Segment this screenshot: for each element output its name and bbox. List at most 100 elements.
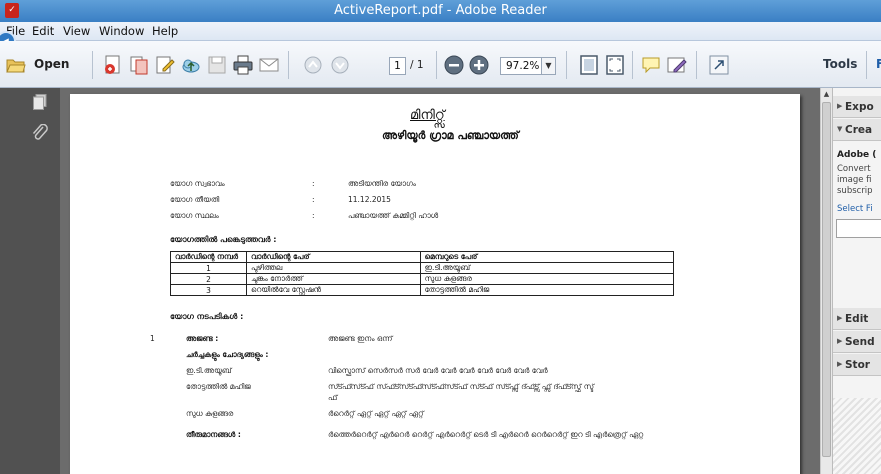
combine-files-icon[interactable] xyxy=(128,54,150,76)
toolbar-separator xyxy=(288,51,289,79)
task-pane-export-header[interactable]: ▶ Expo xyxy=(833,96,881,118)
info-label: യോഗ തീയതി xyxy=(170,195,220,204)
menu-window[interactable]: Window xyxy=(99,24,144,38)
pdf-page: മിനിറ്റ്സ് അഴിയൂർ ഗ്രാമ പഞ്ചായത്ത് യോഗ സ… xyxy=(70,94,800,474)
page-thumbnails-icon[interactable] xyxy=(33,94,47,110)
agenda-number: 1 xyxy=(150,334,155,343)
member-name-cell: തോട്ടത്തിൽ മഹിജ xyxy=(419,284,675,296)
discussion-text: ഫ് xyxy=(328,393,338,402)
discussion-speaker: തോട്ടത്തിൽ മഹിജ xyxy=(186,382,251,391)
fit-page-icon[interactable] xyxy=(578,54,600,76)
table-row: 2 ചുങ്കം നോർത്ത് സുധ കുളങ്ങര xyxy=(170,273,675,285)
full-screen-icon[interactable] xyxy=(604,54,626,76)
ward-name-cell: റെയിൽവേ സ്റ്റേഷൻ xyxy=(245,284,421,296)
select-file-field[interactable] xyxy=(836,219,881,238)
zoom-level-input[interactable]: 97.2% xyxy=(500,57,542,75)
save-icon[interactable] xyxy=(206,54,228,76)
info-value: അടിയന്തിര യോഗം xyxy=(348,179,416,188)
tools-tab[interactable]: Tools xyxy=(823,57,857,71)
toolbar-separator xyxy=(866,51,867,79)
section-label: Edit xyxy=(845,313,869,325)
scrollbar-thumb[interactable] xyxy=(822,102,831,457)
menu-view[interactable]: View xyxy=(63,24,90,38)
ward-name-cell: ചുങ്കം നോർത്ത് xyxy=(245,273,421,285)
task-pane-create-header[interactable]: ▼ Crea xyxy=(833,119,881,141)
task-pane-empty-area xyxy=(833,398,881,474)
document-viewer[interactable]: മിനിറ്റ്സ് അഴിയൂർ ഗ്രാമ പഞ്ചായത്ത് യോഗ സ… xyxy=(60,88,820,474)
info-colon: : xyxy=(312,195,315,204)
menu-bar: File Edit View Window Help xyxy=(0,22,881,41)
create-description-line: image fi xyxy=(837,175,872,185)
next-page-icon[interactable] xyxy=(329,54,351,76)
zoom-in-icon[interactable] xyxy=(468,54,490,76)
expanded-arrow-icon: ▼ xyxy=(837,125,843,133)
zoom-dropdown-icon[interactable]: ▼ xyxy=(541,57,556,75)
menu-help[interactable]: Help xyxy=(152,24,178,38)
document-subtitle: അഴിയൂർ ഗ്രാമ പഞ്ചായത്ത് xyxy=(382,129,519,142)
member-name-cell: സുധ കുളങ്ങര xyxy=(419,273,675,285)
open-label: Open xyxy=(34,57,70,71)
create-description-line: subscrip xyxy=(837,186,873,196)
info-colon: : xyxy=(312,211,315,220)
discussion-text: ർറെർറ്റ് ഏറ്റ് ഏറ്റ് ഏറ്റ് ഏറ്റ് xyxy=(328,409,424,418)
print-icon[interactable] xyxy=(232,54,254,76)
discussion-heading: ചർച്ചകളും ചോദ്യങ്ങളും : xyxy=(186,350,269,359)
email-icon[interactable] xyxy=(258,54,280,76)
table-header-row: വാർഡിന്റെ നമ്പർ വാർഡിന്റെ പേര് മെമ്പറുടെ… xyxy=(170,251,675,263)
info-colon: : xyxy=(312,179,315,188)
previous-page-icon[interactable] xyxy=(302,54,324,76)
create-pdf-icon[interactable] xyxy=(102,54,124,76)
ward-number-cell: 1 xyxy=(170,262,247,274)
task-pane: ▶ Expo ▼ Crea Adobe ( Convert image fi s… xyxy=(832,88,881,474)
expand-icon[interactable] xyxy=(708,54,730,76)
toolbar-separator xyxy=(632,51,633,79)
share-cloud-icon[interactable] xyxy=(180,54,202,76)
collapsed-arrow-icon: ▶ xyxy=(837,314,843,322)
sign-icon[interactable] xyxy=(666,54,688,76)
proceedings-heading: യോഗ നടപടികൾ : xyxy=(170,312,244,321)
scroll-up-arrow-icon[interactable]: ▲ xyxy=(821,88,832,100)
menu-edit[interactable]: Edit xyxy=(32,24,54,38)
page-number-input[interactable]: 1 xyxy=(389,57,406,75)
section-label: Expo xyxy=(845,101,874,113)
attendees-heading: യോഗത്തിൽ പങ്കെടുത്തവർ : xyxy=(170,235,277,244)
page-total: / 1 xyxy=(410,59,424,71)
column-header: മെമ്പറുടെ പേര് xyxy=(419,251,675,263)
open-button[interactable]: Open xyxy=(4,54,84,76)
info-value: പഞ്ചായത്ത് കമ്മിറ്റി ഹാൾ xyxy=(348,211,439,220)
task-pane-store-header[interactable]: ▶ Stor xyxy=(833,354,881,376)
vertical-scrollbar[interactable]: ▲ xyxy=(820,88,832,474)
task-pane-send-header[interactable]: ▶ Send xyxy=(833,331,881,353)
column-header: വാർഡിന്റെ പേര് xyxy=(245,251,421,263)
ward-number-cell: 3 xyxy=(170,284,247,296)
column-header: വാർഡിന്റെ നമ്പർ xyxy=(170,251,247,263)
toolbar-separator xyxy=(92,51,93,79)
navigation-panel xyxy=(0,88,60,474)
edit-pdf-icon[interactable] xyxy=(154,54,176,76)
discussion-text: വിസ്ഫൊസ് സെർസർ സർ വേർ വേർ വേർ വേർ വേർ വേ… xyxy=(328,366,548,375)
comment-icon[interactable] xyxy=(640,54,662,76)
ward-number-cell: 2 xyxy=(170,273,247,285)
fill-sign-tab[interactable]: F xyxy=(876,57,881,71)
create-heading: Adobe ( xyxy=(837,150,877,160)
task-pane-edit-header[interactable]: ▶ Edit xyxy=(833,308,881,330)
document-title: മിനിറ്റ്സ് xyxy=(410,108,445,123)
toolbar-separator xyxy=(566,51,567,79)
attachment-paperclip-icon[interactable] xyxy=(32,124,48,142)
section-label: Send xyxy=(845,336,875,348)
collapsed-arrow-icon: ▶ xyxy=(837,337,843,345)
decisions-value: ർത്തെർറെർറ്റ് എർറെർ റെർറ്റ് എർറെർറ്റ് ടെ… xyxy=(328,430,644,439)
ward-name-cell: പുഴിത്തല xyxy=(245,262,421,274)
member-name-cell: ഇ.ടി.അയൂബ് xyxy=(419,262,675,274)
discussion-speaker: സുധ കുളങ്ങര xyxy=(186,409,234,418)
info-label: യോഗ സ്ഥലം xyxy=(170,211,219,220)
decisions-label: തീരുമാനങ്ങൾ : xyxy=(186,430,241,439)
toolbar-separator xyxy=(436,51,437,79)
discussion-text: സ്ട്ഫ്സ്ട്ഫ് സ്ഫ്ട്സ്ട്ഫ്സ്ട്ഫ്സ്ട്ഫ് സ്… xyxy=(328,382,594,391)
zoom-out-icon[interactable] xyxy=(443,54,465,76)
info-value: 11.12.2015 xyxy=(348,195,391,204)
collapsed-arrow-icon: ▶ xyxy=(837,102,843,110)
select-file-link[interactable]: Select Fi xyxy=(837,204,873,214)
attendees-table: വാർഡിന്റെ നമ്പർ വാർഡിന്റെ പേര് മെമ്പറുടെ… xyxy=(170,251,675,296)
window-title: ActiveReport.pdf - Adobe Reader xyxy=(334,3,547,18)
